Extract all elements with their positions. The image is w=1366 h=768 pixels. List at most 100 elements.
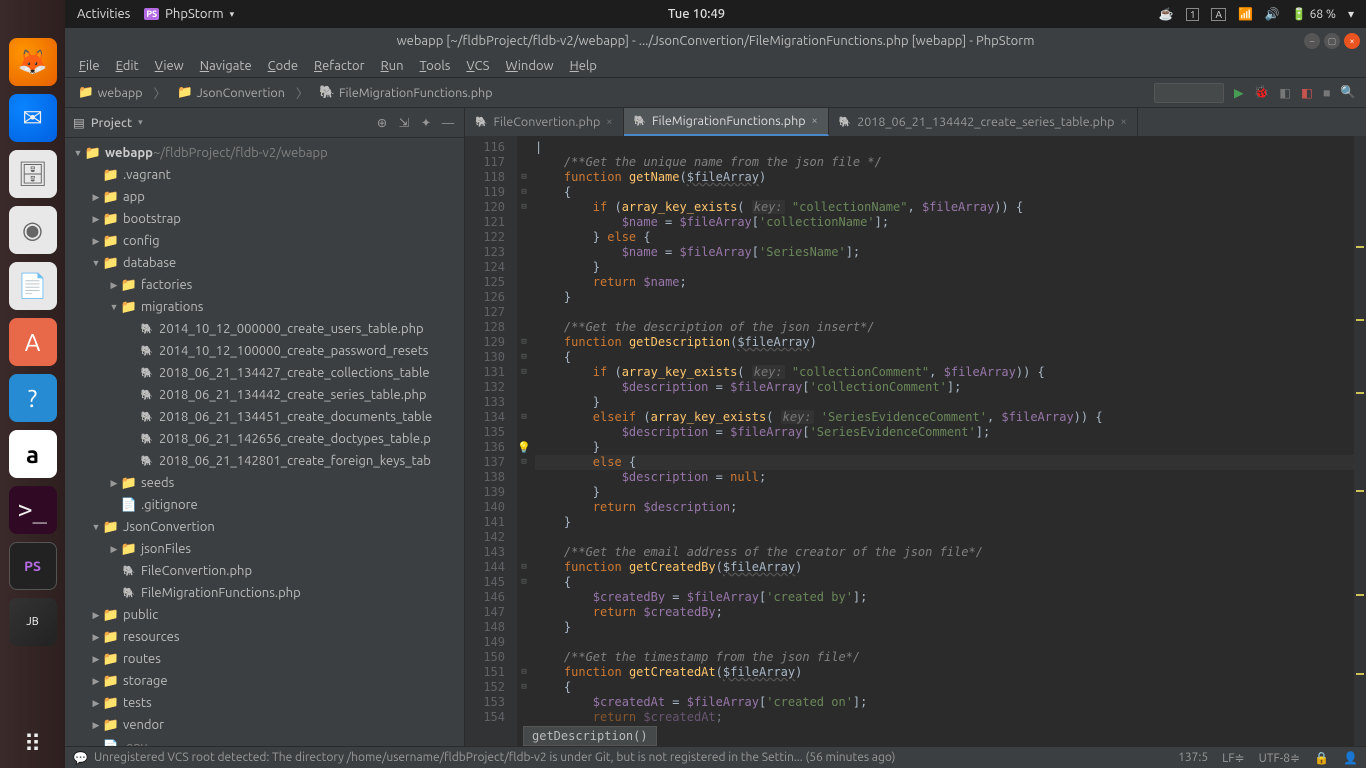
tree-node[interactable]: 🐘2018_06_21_134442_create_series_table.p… — [65, 384, 464, 406]
launcher-thunderbird-icon[interactable]: ✉ — [9, 94, 57, 142]
menu-refactor[interactable]: Refactor — [308, 57, 371, 75]
tree-node[interactable]: 🐘2018_06_21_134427_create_collections_ta… — [65, 362, 464, 384]
search-everywhere-icon[interactable]: 🔍 — [1340, 85, 1356, 100]
battery-icon[interactable]: 🔋 68 % — [1292, 7, 1336, 21]
tree-node[interactable]: ▶📁storage — [65, 670, 464, 692]
tree-node[interactable]: 🐘2018_06_21_142801_create_foreign_keys_t… — [65, 450, 464, 472]
launcher-show-apps-icon[interactable]: ⠿ — [9, 720, 57, 768]
caret-position[interactable]: 137:5 — [1178, 751, 1208, 764]
tree-node[interactable]: 📄.env — [65, 736, 464, 746]
tree-node[interactable]: ▶📁jsonFiles — [65, 538, 464, 560]
activities-button[interactable]: Activities — [77, 7, 130, 21]
tree-node[interactable]: 🐘2014_10_12_000000_create_users_table.ph… — [65, 318, 464, 340]
line-separator[interactable]: LF≑ — [1222, 751, 1244, 765]
tree-arrow-icon[interactable]: ▶ — [89, 192, 103, 203]
project-view-icon[interactable]: ▤ — [73, 115, 85, 130]
tree-arrow-icon[interactable]: ▶ — [89, 698, 103, 709]
tree-node[interactable]: 📄.gitignore — [65, 494, 464, 516]
tree-node[interactable]: ▼📁database — [65, 252, 464, 274]
topbar-app-menu[interactable]: PS PhpStorm ▾ — [144, 7, 234, 21]
project-tree[interactable]: ▼📁webapp ~/fldbProject/fldb-v2/webapp📁.v… — [65, 138, 464, 746]
launcher-firefox-icon[interactable]: 🦊 — [9, 38, 57, 86]
launcher-jetbrains-icon[interactable]: JB — [9, 598, 57, 646]
menu-edit[interactable]: Edit — [110, 57, 145, 75]
tree-arrow-icon[interactable]: ▶ — [89, 610, 103, 621]
launcher-phpstorm-icon[interactable]: PS — [9, 542, 57, 590]
maximize-button[interactable]: ▢ — [1324, 33, 1340, 49]
tree-node[interactable]: 🐘2018_06_21_142656_create_doctypes_table… — [65, 428, 464, 450]
project-panel-title[interactable]: Project — [91, 116, 132, 130]
launcher-software-icon[interactable]: A — [9, 318, 57, 366]
tree-arrow-icon[interactable]: ▶ — [89, 676, 103, 687]
tree-arrow-icon[interactable]: ▶ — [107, 280, 121, 291]
vcs-notification[interactable]: Unregistered VCS root detected: The dire… — [94, 751, 896, 764]
tree-arrow-icon[interactable]: ▼ — [107, 302, 121, 312]
tree-node[interactable]: ▶📁config — [65, 230, 464, 252]
breadcrumb-segment[interactable]: 📁JsonConvertion — [170, 82, 292, 103]
profile-icon[interactable]: ◧ — [1301, 85, 1313, 100]
tree-node[interactable]: ▶📁factories — [65, 274, 464, 296]
launcher-rhythmbox-icon[interactable]: ◉ — [9, 206, 57, 254]
menu-view[interactable]: View — [149, 57, 190, 75]
tree-arrow-icon[interactable]: ▶ — [89, 632, 103, 643]
menu-window[interactable]: Window — [499, 57, 559, 75]
debug-icon[interactable]: 🐞 — [1254, 85, 1270, 100]
input-source-icon[interactable]: A — [1211, 8, 1226, 21]
tree-node[interactable]: 📁.vagrant — [65, 164, 464, 186]
tree-arrow-icon[interactable]: ▶ — [89, 236, 103, 247]
locate-icon[interactable]: ⊕ — [374, 115, 390, 131]
launcher-help-icon[interactable]: ? — [9, 374, 57, 422]
system-menu-icon[interactable]: ▾ — [1348, 7, 1354, 21]
menu-navigate[interactable]: Navigate — [194, 57, 258, 75]
tree-node[interactable]: ▶📁tests — [65, 692, 464, 714]
menu-tools[interactable]: Tools — [414, 57, 457, 75]
tree-arrow-icon[interactable]: ▶ — [89, 214, 103, 225]
volume-icon[interactable]: 🔊 — [1265, 7, 1280, 21]
error-stripe[interactable] — [1354, 136, 1366, 746]
tree-node[interactable]: ▶📁seeds — [65, 472, 464, 494]
tree-arrow-icon[interactable]: ▶ — [89, 720, 103, 731]
tree-node[interactable]: 🐘FileMigrationFunctions.php — [65, 582, 464, 604]
tree-arrow-icon[interactable]: ▶ — [89, 654, 103, 665]
menu-vcs[interactable]: VCS — [460, 57, 495, 75]
file-encoding[interactable]: UTF-8≑ — [1259, 751, 1301, 765]
tree-node[interactable]: 🐘2018_06_21_134451_create_documents_tabl… — [65, 406, 464, 428]
menu-code[interactable]: Code — [262, 57, 304, 75]
run-config-dropdown[interactable] — [1154, 83, 1224, 103]
network-icon[interactable]: 📶 — [1238, 7, 1253, 21]
event-log-icon[interactable]: 💬 — [73, 751, 88, 765]
editor-tab[interactable]: 🐘FileMigrationFunctions.php× — [624, 108, 829, 136]
menu-run[interactable]: Run — [375, 57, 410, 75]
collapse-all-icon[interactable]: ⇲ — [396, 115, 412, 131]
tree-arrow-icon[interactable]: ▼ — [71, 148, 85, 158]
code-area[interactable]: | /**Get the unique name from the json f… — [531, 136, 1354, 746]
launcher-libreoffice-icon[interactable]: 📄 — [9, 262, 57, 310]
close-button[interactable]: × — [1344, 33, 1360, 49]
tree-node[interactable]: ▶📁bootstrap — [65, 208, 464, 230]
tree-node[interactable]: ▶📁app — [65, 186, 464, 208]
tab-close-icon[interactable]: × — [606, 116, 612, 128]
editor-tab[interactable]: 🐘2018_06_21_134442_create_series_table.p… — [829, 108, 1138, 136]
tree-node[interactable]: 🐘FileConvertion.php — [65, 560, 464, 582]
tree-arrow-icon[interactable]: ▼ — [89, 522, 103, 532]
breadcrumb-segment[interactable]: 📁webapp — [71, 82, 150, 103]
tree-node[interactable]: 🐘2014_10_12_100000_create_password_reset… — [65, 340, 464, 362]
settings-icon[interactable]: ✦ — [418, 115, 434, 131]
tree-node[interactable]: ▶📁routes — [65, 648, 464, 670]
run-icon[interactable]: ▶ — [1234, 85, 1244, 100]
tree-arrow-icon[interactable]: ▼ — [89, 258, 103, 268]
tab-close-icon[interactable]: × — [812, 115, 818, 127]
editor-body[interactable]: 1161171181191201211221231241251261271281… — [465, 136, 1366, 746]
hector-icon[interactable]: 👤 — [1343, 751, 1358, 765]
readonly-lock-icon[interactable]: 🔒 — [1314, 751, 1329, 765]
tree-arrow-icon[interactable]: ▶ — [107, 544, 121, 555]
tree-node[interactable]: ▶📁vendor — [65, 714, 464, 736]
tree-node[interactable]: ▼📁JsonConvertion — [65, 516, 464, 538]
coverage-icon[interactable]: ◧ — [1279, 85, 1291, 100]
tree-node[interactable]: ▶📁public — [65, 604, 464, 626]
hide-panel-icon[interactable]: — — [440, 115, 456, 131]
stop-icon[interactable]: ■ — [1323, 86, 1331, 100]
tree-node[interactable]: ▼📁migrations — [65, 296, 464, 318]
tree-arrow-icon[interactable]: ▶ — [107, 478, 121, 489]
tree-node[interactable]: ▶📁resources — [65, 626, 464, 648]
